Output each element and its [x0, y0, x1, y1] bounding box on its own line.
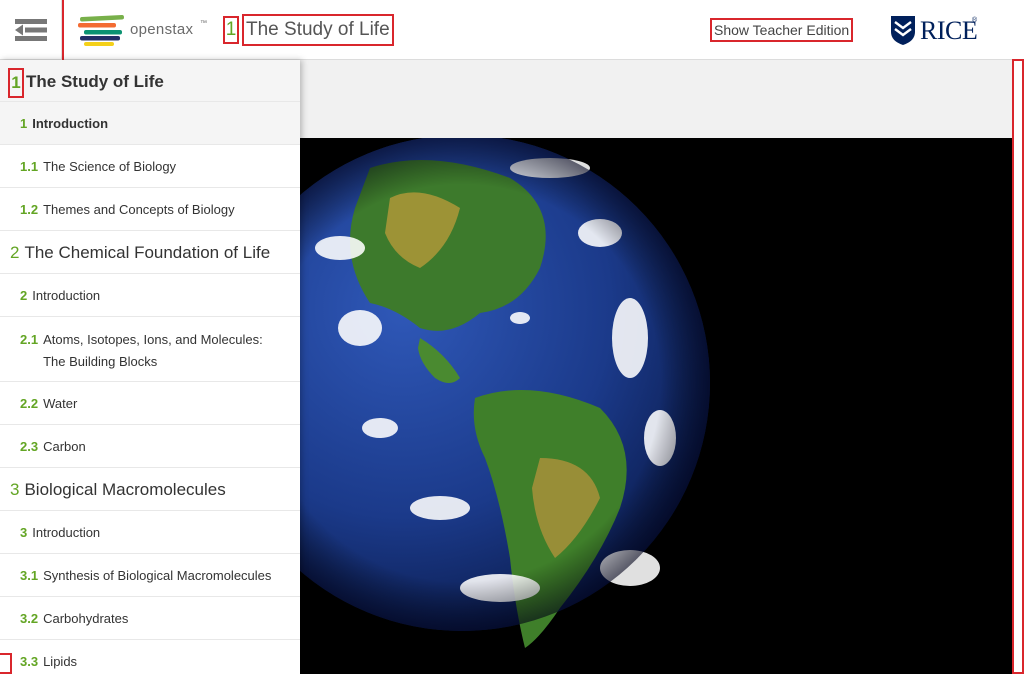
earth-globe-image	[300, 138, 710, 648]
toc-item-number: 1	[20, 116, 28, 131]
toc-section-item[interactable]: 3.3 Lipids	[0, 640, 300, 674]
toc-section-item[interactable]: 1.1 The Science of Biology	[0, 145, 300, 188]
toc-item-number: 2	[10, 243, 20, 262]
openstax-logo[interactable]: openstax ™	[78, 14, 208, 46]
breadcrumb-chapter-title: The Study of Life	[242, 14, 394, 46]
toc-item-number: 1.2	[20, 202, 39, 217]
toc-item-number: 3	[10, 480, 20, 499]
toc-list: 1 Introduction 1.1 The Science of Biology 1.…	[0, 102, 300, 674]
rice-logo-text: RICE	[920, 16, 978, 45]
toc-item-label: Lipids	[43, 654, 78, 669]
toc-section-item[interactable]: 2.3 Carbon	[0, 425, 300, 468]
toc-chapter-item[interactable]: 2 The Chemical Foundation of Life	[0, 231, 300, 274]
toc-section-item[interactable]: 1.2 Themes and Concepts of Biology	[0, 188, 300, 231]
toc-item-label: The Chemical Foundation of Life	[24, 243, 271, 262]
toc-section-item[interactable]: 3.2 Carbohydrates	[0, 597, 300, 640]
rice-shield-icon	[891, 16, 915, 45]
toc-item-label: Carbon	[43, 439, 86, 454]
toc-chapter-number: 1	[8, 67, 24, 98]
content-header-area	[300, 61, 1012, 138]
toc-item-number: 1.1	[20, 159, 39, 174]
toc-item-label: Carbohydrates	[43, 611, 129, 626]
toc-toggle-button[interactable]	[0, 0, 64, 62]
page-scrollbar[interactable]	[1012, 59, 1024, 674]
openstax-logo-text: openstax	[130, 21, 194, 38]
toc-section-item[interactable]: 3 Introduction	[0, 511, 300, 554]
toc-section-item[interactable]: 3.1 Synthesis of Biological Macromolecule…	[0, 554, 300, 597]
toc-item-number: 2.1	[20, 332, 39, 347]
toc-section-item[interactable]: 2.2 Water	[0, 382, 300, 425]
toc-section-item[interactable]: 2 Introduction	[0, 274, 300, 317]
toc-item-label: Introduction	[32, 525, 101, 540]
openstax-books-icon	[78, 14, 124, 46]
table-of-contents: 1 The Study of Life 1 Introduction 1.1 The S…	[0, 60, 300, 674]
toc-item-number: 3.1	[20, 568, 39, 583]
toc-item-label: Themes and Concepts of Biology	[43, 202, 235, 217]
toc-item-label: Atoms, Isotopes, Ions, and Molecules: Th…	[43, 332, 263, 369]
toc-item-number: 2	[20, 288, 28, 303]
hamburger-close-icon	[15, 19, 47, 41]
toc-item-label: Introduction	[32, 288, 101, 303]
toc-section-item[interactable]: 2.1 Atoms, Isotopes, Ions, and Molecules:…	[0, 317, 300, 382]
toc-current-chapter[interactable]: 1 The Study of Life	[0, 60, 300, 102]
toc-item-label: Synthesis of Biological Macromolecules	[43, 568, 272, 583]
rice-logo[interactable]: RICE ®	[890, 14, 980, 46]
top-navbar: openstax ™ 1 The Study of Life Show Teac…	[0, 0, 1024, 62]
rice-tm: ®	[972, 17, 978, 24]
openstax-tm: ™	[200, 20, 207, 27]
toc-item-label: The Science of Biology	[43, 159, 177, 174]
chapter-hero-image	[300, 138, 1012, 674]
toc-item-number: 3	[20, 525, 28, 540]
toc-item-number: 2.3	[20, 439, 39, 454]
toc-section-item[interactable]: 1 Introduction	[0, 102, 300, 145]
toc-chapter-item[interactable]: 3 Biological Macromolecules	[0, 468, 300, 511]
toc-item-label: Introduction	[32, 116, 109, 131]
bottom-left-marker	[0, 653, 12, 674]
show-teacher-edition-button[interactable]: Show Teacher Edition	[709, 18, 854, 42]
toc-item-number: 2.2	[20, 396, 39, 411]
toc-item-number: 3.3	[20, 654, 39, 669]
toc-item-label: Biological Macromolecules	[24, 480, 226, 499]
breadcrumb-chapter-number: 1	[223, 16, 239, 44]
toc-item-label: Water	[43, 396, 78, 411]
toc-chapter-title: The Study of Life	[26, 72, 164, 91]
toc-item-number: 3.2	[20, 611, 39, 626]
